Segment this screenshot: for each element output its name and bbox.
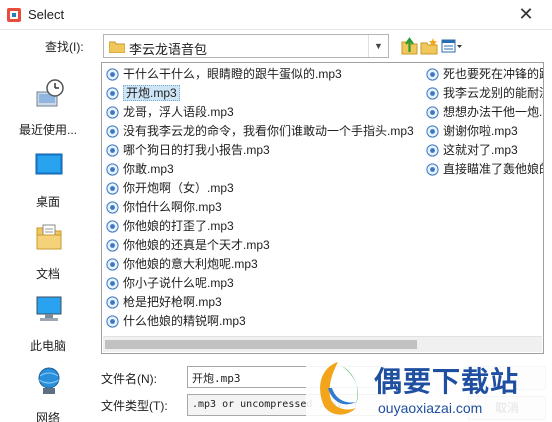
file-item[interactable]: 枪是把好枪啊.mp3	[104, 293, 422, 312]
scrollbar-thumb[interactable]	[105, 340, 417, 349]
file-name: 你怕什么啊你.mp3	[123, 200, 222, 214]
place-network[interactable]: 网络	[2, 362, 94, 422]
watermark-logo	[320, 362, 358, 415]
file-item[interactable]: 你他娘的还真是个天才.mp3	[104, 236, 422, 255]
audio-file-icon	[106, 258, 119, 271]
audio-file-icon	[426, 106, 439, 119]
file-name: 直接瞄准了轰他娘的	[443, 162, 544, 176]
title-bar: Select ✕	[0, 0, 552, 30]
file-name: 谢谢你啦.mp3	[443, 124, 518, 138]
file-name: 你他娘的意大利炮呢.mp3	[123, 257, 258, 271]
place-label: 最近使用...	[18, 123, 77, 137]
file-item[interactable]: 这就对了.mp3	[424, 141, 543, 160]
file-item[interactable]: 你小子说什么呢.mp3	[104, 274, 422, 293]
file-item[interactable]: 干什么干什么，眼睛瞪的跟牛蛋似的.mp3	[104, 65, 422, 84]
file-item[interactable]: 龙哥，浮人语段.mp3	[104, 103, 422, 122]
file-name: 干什么干什么，眼睛瞪的跟牛蛋似的.mp3	[123, 67, 342, 81]
this-pc-icon	[36, 296, 62, 321]
file-item[interactable]: 什么他娘的精锐啊.mp3	[104, 312, 422, 331]
audio-file-icon	[426, 163, 439, 176]
look-in-label: 查找(I):	[45, 40, 84, 54]
desktop-icon	[35, 153, 63, 175]
close-button[interactable]: ✕	[500, 0, 552, 30]
place-desktop[interactable]: 桌面	[2, 146, 94, 218]
audio-file-icon	[426, 68, 439, 81]
up-one-level-icon[interactable]	[400, 37, 419, 55]
file-name: 这就对了.mp3	[443, 143, 518, 157]
horizontal-scrollbar[interactable]	[103, 336, 542, 352]
file-name: 枪是把好枪啊.mp3	[123, 295, 222, 309]
file-item[interactable]: 你开炮啊（女）.mp3	[104, 179, 422, 198]
file-name: 你开炮啊（女）.mp3	[123, 181, 234, 195]
file-item[interactable]: 开炮.mp3	[104, 84, 422, 103]
file-column-2: 死也要死在冲锋的路 我李云龙别的能耐没 想想办法干他一炮.m 谢谢你啦.mp3 这就对了…	[424, 65, 544, 179]
watermark-title: 偶要下载站	[374, 366, 520, 397]
audio-file-icon	[106, 239, 119, 252]
file-type-label: 文件类型(T):	[101, 399, 168, 413]
place-label: 此电脑	[29, 339, 66, 353]
window-title: Select	[28, 7, 65, 22]
file-column-1: 干什么干什么，眼睛瞪的跟牛蛋似的.mp3 开炮.mp3 龙哥，浮人语段.mp3 没有我…	[104, 65, 422, 331]
list-view-icon[interactable]	[441, 37, 463, 55]
audio-file-icon	[106, 277, 119, 290]
file-item[interactable]: 你怕什么啊你.mp3	[104, 198, 422, 217]
audio-file-icon	[106, 87, 119, 100]
file-item[interactable]: 你敢.mp3	[104, 160, 422, 179]
place-documents[interactable]: 文档	[2, 218, 94, 290]
file-list[interactable]: 干什么干什么，眼睛瞪的跟牛蛋似的.mp3 开炮.mp3 龙哥，浮人语段.mp3 没有我…	[101, 62, 544, 354]
file-name: 你小子说什么呢.mp3	[123, 276, 234, 290]
audio-file-icon	[106, 182, 119, 195]
file-item[interactable]: 哪个狗日的打我小报告.mp3	[104, 141, 422, 160]
new-folder-icon[interactable]	[420, 37, 439, 55]
place-label: 网络	[35, 411, 60, 422]
audio-file-icon	[106, 315, 119, 328]
file-item[interactable]: 死也要死在冲锋的路	[424, 65, 544, 84]
watermark-url: ouyaoxiazai.com	[378, 400, 483, 416]
file-name: 开炮.mp3	[123, 85, 180, 101]
audio-file-icon	[106, 220, 119, 233]
file-item[interactable]: 你他娘的打歪了.mp3	[104, 217, 422, 236]
audio-file-icon	[106, 296, 119, 309]
folder-icon	[109, 41, 125, 53]
audio-file-icon	[426, 144, 439, 157]
audio-file-icon	[106, 106, 119, 119]
chevron-down-icon[interactable]: ▼	[368, 35, 388, 57]
file-name: 死也要死在冲锋的路	[443, 67, 544, 81]
network-icon	[38, 367, 60, 394]
file-name: 我李云龙别的能耐没	[443, 86, 544, 100]
file-item[interactable]: 想想办法干他一炮.m	[424, 103, 544, 122]
audio-file-icon	[426, 87, 439, 100]
file-name: 龙哥，浮人语段.mp3	[123, 105, 234, 119]
places-bar: 最近使用... 桌面 文档 此电脑 网络	[2, 62, 94, 422]
file-item[interactable]: 直接瞄准了轰他娘的	[424, 160, 544, 179]
documents-icon	[36, 224, 62, 250]
place-this-pc[interactable]: 此电脑	[2, 290, 94, 362]
audio-file-icon	[106, 125, 119, 138]
place-recent[interactable]: 最近使用...	[2, 74, 94, 146]
java-app-icon	[7, 8, 21, 22]
place-label: 文档	[35, 267, 60, 281]
audio-file-icon	[426, 125, 439, 138]
file-item[interactable]: 我李云龙别的能耐没	[424, 84, 544, 103]
file-name-label: 文件名(N):	[101, 372, 157, 386]
file-name: 什么他娘的精锐啊.mp3	[123, 314, 246, 328]
file-name: 哪个狗日的打我小报告.mp3	[123, 143, 270, 157]
audio-file-icon	[106, 144, 119, 157]
audio-file-icon	[106, 201, 119, 214]
file-item[interactable]: 谢谢你啦.mp3	[424, 122, 543, 141]
file-item[interactable]: 你他娘的意大利炮呢.mp3	[104, 255, 422, 274]
file-name: 你他娘的还真是个天才.mp3	[123, 238, 270, 252]
recent-items-icon	[36, 79, 64, 107]
audio-file-icon	[106, 163, 119, 176]
audio-file-icon	[106, 68, 119, 81]
file-name: 你敢.mp3	[123, 162, 174, 176]
file-name: 没有我李云龙的命令，我看你们谁敢动一个手指头.mp3	[123, 124, 414, 138]
look-in-value: 李云龙语音包	[129, 42, 208, 57]
look-in-combo[interactable]: 李云龙语音包 ▼	[103, 34, 389, 58]
file-name: 想想办法干他一炮.m	[443, 105, 544, 119]
file-name: 你他娘的打歪了.mp3	[123, 219, 234, 233]
file-item[interactable]: 没有我李云龙的命令，我看你们谁敢动一个手指头.mp3	[104, 122, 422, 141]
site-watermark: 偶要下载站 ouyaoxiazai.com	[306, 356, 552, 422]
place-label: 桌面	[35, 195, 60, 209]
